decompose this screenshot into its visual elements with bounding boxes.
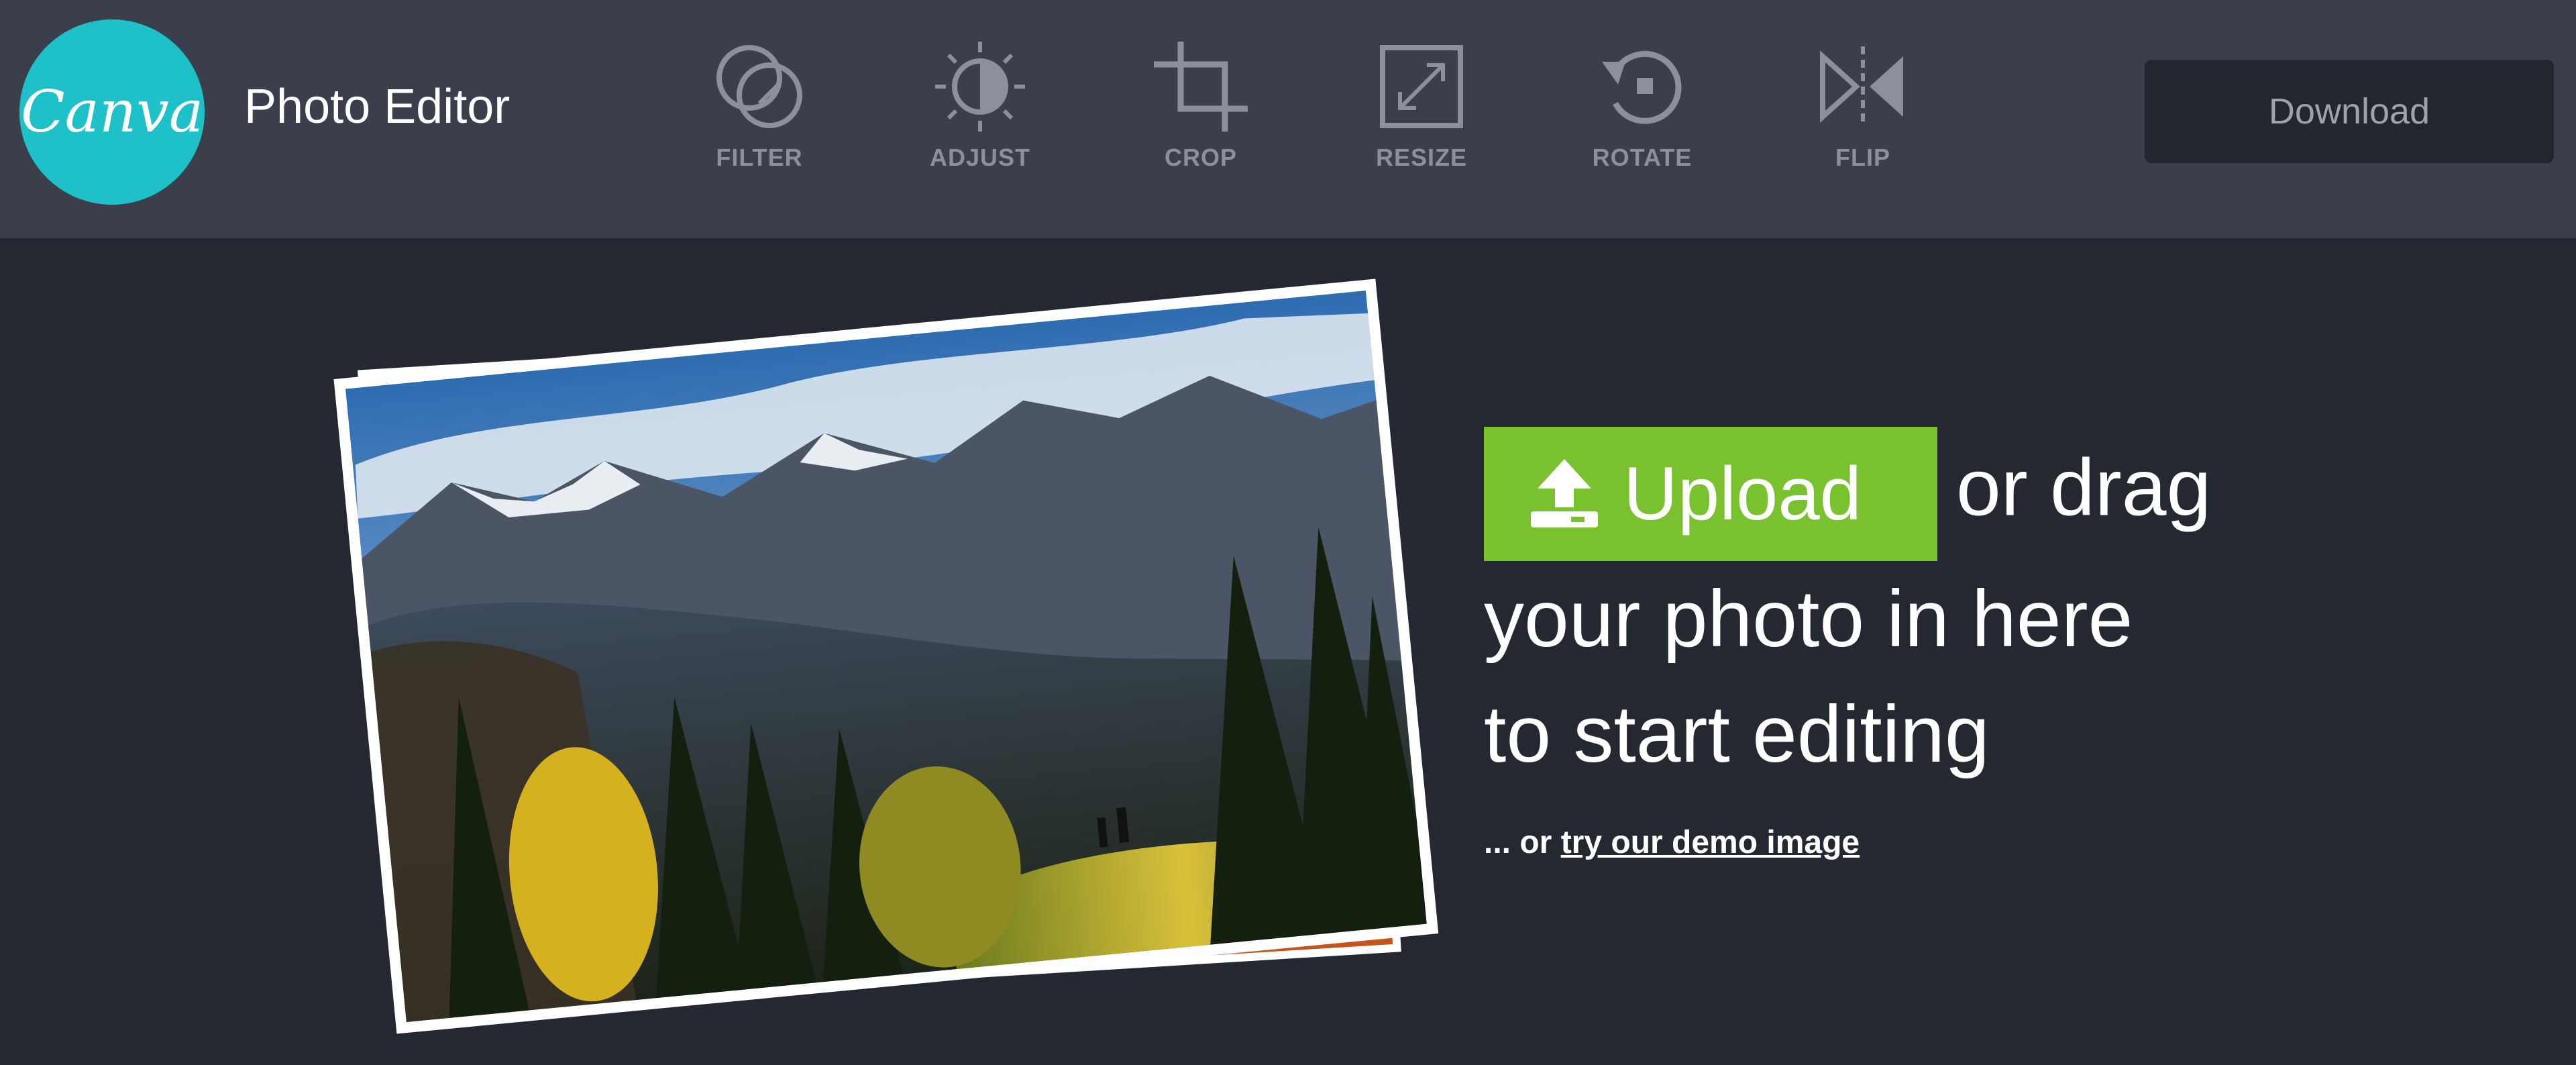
upload-label: Upload <box>1623 452 1862 536</box>
upload-icon <box>1531 459 1598 527</box>
upload-area[interactable]: Upload or drag your photo in here to sta… <box>1484 427 2490 861</box>
drag-text-3: to start editing <box>1484 689 1990 779</box>
drag-text-1: or drag <box>1956 442 2212 533</box>
upload-button[interactable]: Upload <box>1484 427 1937 561</box>
demo-line: ... or try our demo image <box>1484 824 2490 861</box>
demo-image-link[interactable]: try our demo image <box>1561 825 1860 860</box>
main-photo <box>333 278 1439 1034</box>
drag-text-2: your photo in here <box>1484 574 2133 664</box>
upload-line: Upload or drag <box>1484 427 2490 561</box>
demo-prefix: ... or <box>1484 825 1552 860</box>
